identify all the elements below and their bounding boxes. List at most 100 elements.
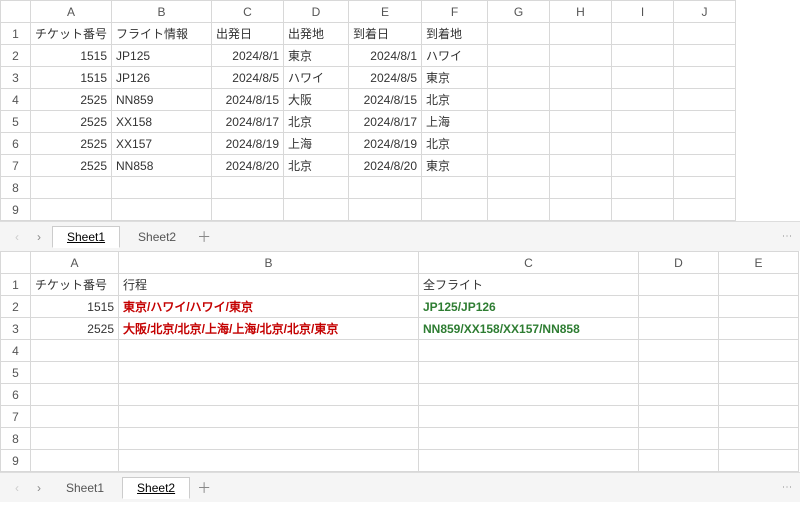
row-header[interactable]: 1 — [1, 274, 31, 296]
cell[interactable]: 到着地 — [422, 23, 488, 45]
cell[interactable]: 2525 — [31, 155, 112, 177]
col-header[interactable]: D — [639, 252, 719, 274]
cell[interactable] — [119, 362, 419, 384]
cell[interactable]: 1515 — [31, 45, 112, 67]
cell[interactable]: 北京 — [422, 133, 488, 155]
cell[interactable] — [488, 23, 550, 45]
cell[interactable] — [349, 199, 422, 221]
cell[interactable] — [719, 450, 799, 472]
cell[interactable] — [674, 199, 736, 221]
cell[interactable]: 大阪 — [284, 89, 349, 111]
cell[interactable]: XX158 — [112, 111, 212, 133]
cell[interactable]: 東京 — [422, 67, 488, 89]
cell[interactable] — [284, 199, 349, 221]
cell[interactable]: 出発日 — [212, 23, 284, 45]
cell[interactable]: ハワイ — [284, 67, 349, 89]
cell[interactable] — [550, 133, 612, 155]
row-header[interactable]: 8 — [1, 177, 31, 199]
col-header[interactable]: D — [284, 1, 349, 23]
cell[interactable] — [639, 384, 719, 406]
cell[interactable]: 北京 — [284, 155, 349, 177]
cell[interactable] — [31, 450, 119, 472]
row-header[interactable]: 3 — [1, 67, 31, 89]
cell[interactable]: NN859 — [112, 89, 212, 111]
cell[interactable]: チケット番号 — [31, 274, 119, 296]
row-header[interactable]: 8 — [1, 428, 31, 450]
cell[interactable] — [612, 23, 674, 45]
cell[interactable]: 上海 — [284, 133, 349, 155]
cell[interactable] — [612, 133, 674, 155]
row-header[interactable]: 2 — [1, 296, 31, 318]
cell[interactable] — [119, 406, 419, 428]
cell[interactable] — [119, 450, 419, 472]
cell[interactable]: 2024/8/5 — [212, 67, 284, 89]
cell[interactable]: チケット番号 — [31, 23, 112, 45]
col-header[interactable]: A — [31, 252, 119, 274]
cell[interactable]: 2024/8/15 — [349, 89, 422, 111]
cell[interactable] — [419, 340, 639, 362]
row-header[interactable]: 6 — [1, 384, 31, 406]
cell[interactable]: 2525 — [31, 133, 112, 155]
tab-next-icon[interactable]: › — [30, 228, 48, 246]
grid-top[interactable]: A B C D E F G H I J 1 チケット番号 フライト情報 出発日 … — [0, 0, 736, 221]
cell[interactable]: 行程 — [119, 274, 419, 296]
cell[interactable] — [550, 155, 612, 177]
cell[interactable] — [419, 450, 639, 472]
cell[interactable] — [488, 177, 550, 199]
cell-flights[interactable]: NN859/XX158/XX157/NN858 — [419, 318, 639, 340]
cell[interactable]: フライト情報 — [112, 23, 212, 45]
cell[interactable] — [31, 362, 119, 384]
cell[interactable] — [419, 384, 639, 406]
cell[interactable]: NN858 — [112, 155, 212, 177]
row-header[interactable]: 7 — [1, 155, 31, 177]
add-sheet-button[interactable]: ＋ — [194, 478, 214, 498]
cell[interactable]: 2024/8/20 — [212, 155, 284, 177]
cell[interactable] — [612, 199, 674, 221]
cell[interactable] — [422, 199, 488, 221]
cell[interactable]: 東京 — [284, 45, 349, 67]
cell[interactable]: 東京 — [422, 155, 488, 177]
tab-prev-icon[interactable]: ‹ — [8, 479, 26, 497]
col-header[interactable]: I — [612, 1, 674, 23]
row-header[interactable]: 4 — [1, 89, 31, 111]
cell[interactable] — [612, 177, 674, 199]
cell[interactable] — [550, 45, 612, 67]
cell[interactable] — [119, 428, 419, 450]
cell[interactable]: 2525 — [31, 89, 112, 111]
cell[interactable]: 全フライト — [419, 274, 639, 296]
cell[interactable] — [612, 155, 674, 177]
cell[interactable]: 1515 — [31, 67, 112, 89]
cell[interactable]: 2024/8/19 — [349, 133, 422, 155]
tab-menu-icon[interactable]: ⋮ — [781, 231, 792, 243]
cell[interactable]: 2024/8/17 — [349, 111, 422, 133]
cell[interactable] — [639, 450, 719, 472]
row-header[interactable]: 5 — [1, 362, 31, 384]
col-header[interactable]: C — [212, 1, 284, 23]
cell[interactable] — [639, 340, 719, 362]
cell[interactable] — [550, 177, 612, 199]
tab-sheet2[interactable]: Sheet2 — [122, 477, 190, 499]
grid-bottom[interactable]: A B C D E 1 チケット番号 行程 全フライト 2 1515 東京/ハワ… — [0, 251, 799, 472]
cell[interactable]: 2024/8/1 — [212, 45, 284, 67]
cell[interactable]: 2525 — [31, 318, 119, 340]
row-header[interactable]: 9 — [1, 450, 31, 472]
cell[interactable] — [639, 428, 719, 450]
cell[interactable] — [119, 384, 419, 406]
cell[interactable] — [31, 406, 119, 428]
cell[interactable] — [31, 428, 119, 450]
cell[interactable] — [488, 45, 550, 67]
tab-sheet1[interactable]: Sheet1 — [52, 477, 118, 498]
col-header[interactable]: E — [719, 252, 799, 274]
col-header[interactable]: C — [419, 252, 639, 274]
cell[interactable] — [719, 340, 799, 362]
cell[interactable] — [488, 133, 550, 155]
cell[interactable] — [719, 274, 799, 296]
cell[interactable]: 2024/8/1 — [349, 45, 422, 67]
row-header[interactable]: 9 — [1, 199, 31, 221]
cell[interactable] — [550, 23, 612, 45]
cell[interactable] — [612, 89, 674, 111]
cell[interactable] — [31, 340, 119, 362]
cell[interactable]: 北京 — [422, 89, 488, 111]
cell[interactable] — [612, 45, 674, 67]
tab-next-icon[interactable]: › — [30, 479, 48, 497]
